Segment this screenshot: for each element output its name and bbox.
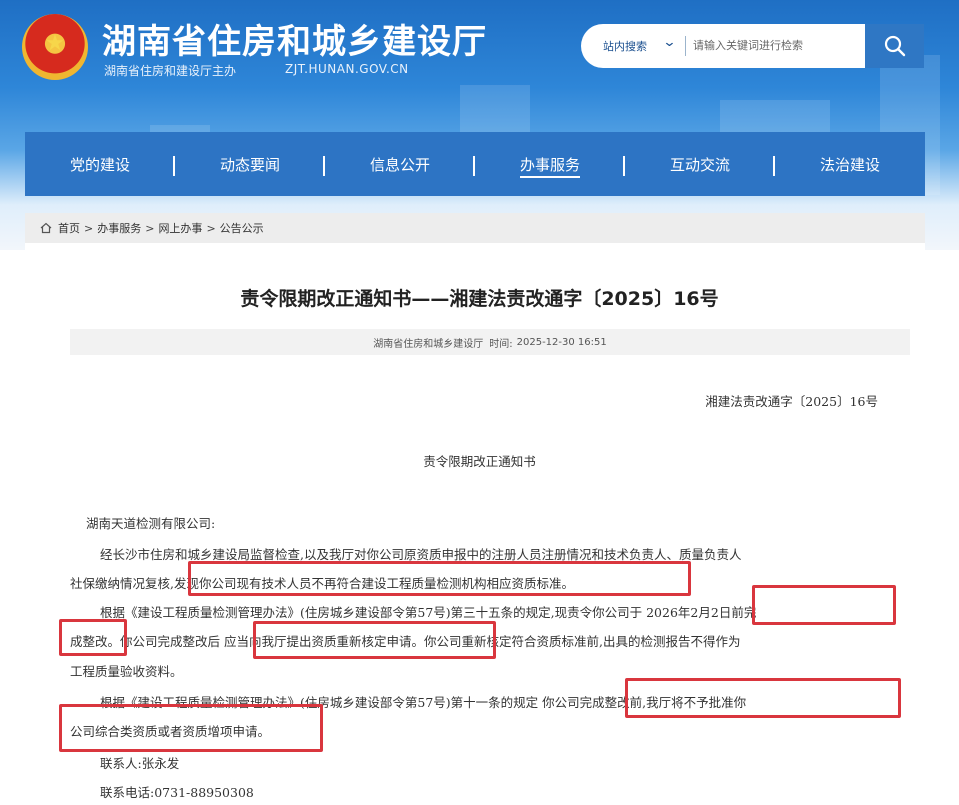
- chevron-right-icon: >: [84, 221, 94, 235]
- contact-phone: 联系电话:0731-88950308: [100, 785, 254, 800]
- search-input[interactable]: [691, 32, 855, 58]
- document-number: 湘建法责改通字〔2025〕16号: [705, 394, 878, 409]
- active-indicator: [520, 176, 580, 178]
- main-nav: 党的建设 动态要闻 信息公开 办事服务 互动交流 法治建设: [25, 132, 925, 196]
- meta-time: 2025-12-30 16:51: [516, 336, 607, 348]
- search-button[interactable]: [865, 24, 924, 68]
- highlight-box: [253, 621, 496, 659]
- highlight-box: [188, 561, 691, 596]
- chevron-right-icon: >: [145, 221, 155, 235]
- star-icon: ★: [45, 31, 65, 56]
- breadcrumb-announcements[interactable]: 公告公示: [220, 220, 264, 236]
- nav-item-interaction[interactable]: 互动交流: [625, 132, 775, 196]
- search-icon: [884, 35, 905, 57]
- search-bar: 站内搜索 ⌄: [581, 24, 924, 68]
- site-title[interactable]: 湖南省住房和城乡建设厅: [102, 14, 487, 63]
- notice-title: 责令限期改正通知书: [423, 454, 536, 469]
- nav-item-party-building[interactable]: 党的建设: [25, 132, 175, 196]
- nav-item-label: 法治建设: [819, 155, 880, 174]
- nav-item-services[interactable]: 办事服务: [475, 132, 625, 196]
- breadcrumb-services[interactable]: 办事服务: [97, 220, 141, 236]
- nav-item-info-disclosure[interactable]: 信息公开: [325, 132, 475, 196]
- nav-item-label: 动态要闻: [219, 155, 280, 174]
- nav-item-news[interactable]: 动态要闻: [175, 132, 325, 196]
- breadcrumb: 首页 > 办事服务 > 网上办事 > 公告公示: [25, 213, 925, 243]
- breadcrumb-online-services[interactable]: 网上办事: [158, 220, 202, 236]
- highlight-box: [625, 678, 901, 718]
- article-meta: 湖南省住房和城乡建设厅 时间: 2025-12-30 16:51: [70, 329, 910, 355]
- paragraph-line: 根据《建设工程质量检测管理办法》(住房城乡建设部令第57号)第三十五条的规定,现…: [100, 605, 757, 620]
- meta-time-label: 时间:: [489, 338, 513, 350]
- article-title: 责令限期改正通知书——湘建法责改通字〔2025〕16号: [240, 288, 719, 310]
- nav-item-rule-of-law[interactable]: 法治建设: [775, 132, 925, 196]
- highlight-box: [59, 619, 127, 656]
- nav-item-label: 信息公开: [369, 155, 430, 174]
- home-icon: [40, 222, 52, 234]
- paragraph-line: 工程质量验收资料。: [70, 664, 183, 679]
- nav-item-label: 党的建设: [69, 155, 130, 174]
- divider: [685, 36, 686, 56]
- chevron-right-icon: >: [206, 221, 216, 235]
- site-subtitle: 湖南省住房和建设厅主办: [104, 64, 237, 78]
- search-scope-select[interactable]: 站内搜索: [603, 38, 647, 54]
- nav-item-label: 互动交流: [669, 155, 730, 174]
- site-domain: ZJT.HUNAN.GOV.CN: [285, 62, 409, 76]
- meta-source: 湖南省住房和城乡建设厅: [373, 338, 484, 350]
- nav-item-label: 办事服务: [519, 155, 580, 174]
- breadcrumb-home[interactable]: 首页: [58, 220, 80, 236]
- highlight-box: [752, 585, 896, 625]
- highlight-box: [59, 704, 323, 752]
- contact-person: 联系人:张永发: [100, 756, 180, 771]
- chevron-down-icon[interactable]: ⌄: [662, 35, 676, 50]
- addressee: 湖南天道检测有限公司:: [86, 516, 216, 531]
